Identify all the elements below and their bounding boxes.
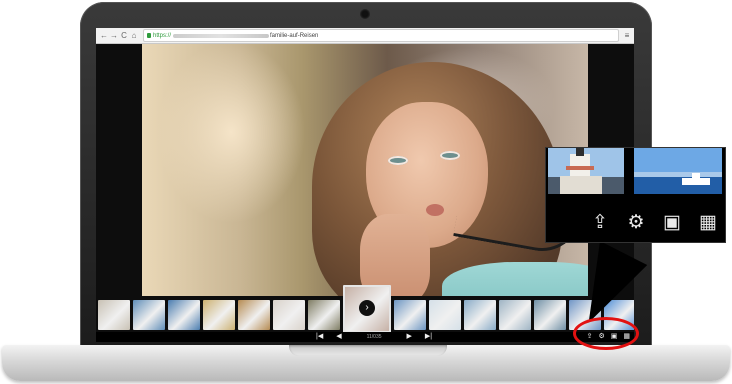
fullscreen-icon[interactable]: ▣ (660, 210, 684, 234)
first-button[interactable]: |◀ (316, 332, 323, 342)
thumbnail[interactable]: › (343, 284, 391, 333)
callout-preview-lighthouse (548, 148, 624, 194)
thumbnail-strip: › (96, 284, 634, 333)
thumbnail[interactable] (429, 299, 461, 330)
address-bar[interactable]: https:// familie-auf-Reisen (143, 29, 619, 42)
thumbnail[interactable] (98, 299, 130, 330)
pager: |◀ ◀ 11/035 ▶ ▶| (316, 332, 432, 342)
camera-icon (360, 9, 370, 19)
callout-toolbar: ⇪ ⚙ ▣ ▦ (588, 210, 720, 234)
highlight-ring (573, 317, 639, 350)
home-icon[interactable]: ⌂ (129, 30, 139, 42)
previous-button[interactable]: ◀ (336, 332, 341, 342)
thumbnail[interactable] (394, 299, 426, 330)
lighthouse-image (548, 148, 624, 194)
browser-menu-icon[interactable]: ≡ (623, 30, 631, 42)
callout-preview-harbor (634, 148, 722, 194)
main-photo[interactable] (142, 44, 588, 296)
next-icon[interactable]: › (359, 299, 375, 316)
laptop-base (2, 345, 730, 381)
product-marketing-scene: ← → C ⌂ https:// familie-auf-Reisen ≡ › … (0, 0, 732, 384)
forward-icon[interactable]: → (109, 30, 119, 42)
blurred-domain (173, 33, 270, 38)
thumbnail[interactable] (273, 299, 305, 330)
last-button[interactable]: ▶| (425, 332, 432, 342)
laptop-notch (289, 345, 447, 356)
page-count: 11/035 (366, 334, 382, 340)
settings-icon[interactable]: ⚙ (624, 210, 648, 234)
url-path: familie-auf-Reisen (270, 32, 319, 39)
thumbnail[interactable] (168, 299, 200, 330)
thumbnail[interactable] (534, 299, 566, 330)
zoom-callout: ⇪ ⚙ ▣ ▦ (546, 148, 725, 242)
reload-icon[interactable]: C (119, 30, 129, 42)
thumbnail[interactable] (499, 299, 531, 330)
thumbnail[interactable] (238, 299, 270, 330)
thumbnail[interactable] (203, 299, 235, 330)
grid-icon[interactable]: ▦ (696, 210, 720, 234)
browser-toolbar: ← → C ⌂ https:// familie-auf-Reisen ≡ (96, 28, 634, 44)
back-icon[interactable]: ← (99, 30, 109, 42)
url-scheme: https:// (153, 32, 172, 39)
right-eye (440, 151, 460, 160)
thumbnail[interactable] (133, 299, 165, 330)
thumbnail[interactable] (464, 299, 496, 330)
lips-shape (426, 204, 444, 216)
lock-icon (147, 33, 151, 38)
share-icon[interactable]: ⇪ (588, 210, 612, 234)
thumbnail[interactable] (308, 299, 340, 330)
next-button[interactable]: ▶ (407, 332, 412, 342)
hand-shape (360, 214, 430, 296)
left-eye (388, 156, 408, 165)
harbor-image (634, 148, 722, 194)
slideshow-controls: |◀ ◀ 11/035 ▶ ▶| ⇪ ⚙ ▣ ▦ (96, 332, 634, 342)
